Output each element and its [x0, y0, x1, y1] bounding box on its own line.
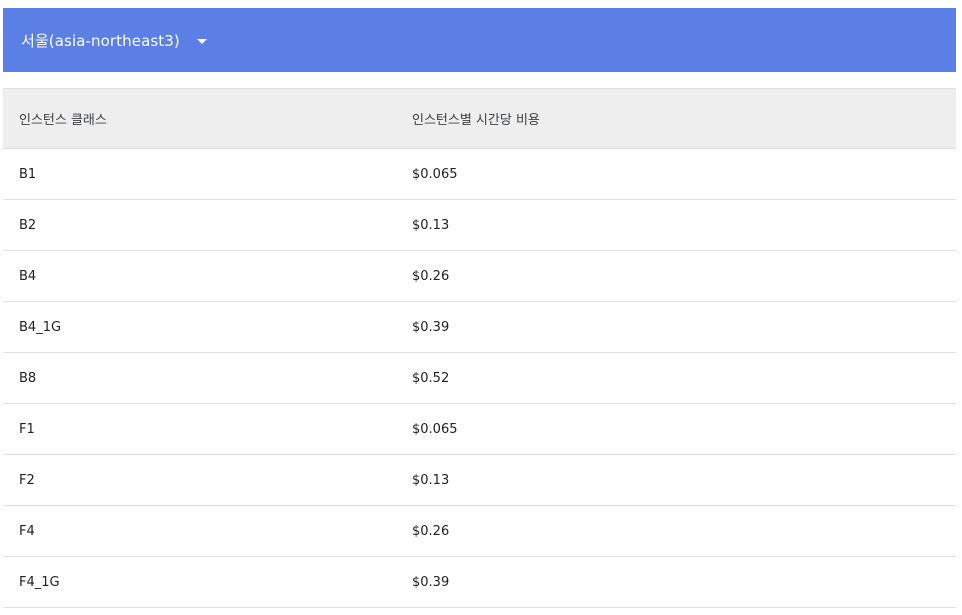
hourly-cost-cell: $0.26 — [412, 523, 450, 539]
table-row: F4 $0.26 — [3, 506, 956, 557]
hourly-cost-cell: $0.13 — [412, 472, 450, 488]
table-row: F2 $0.13 — [3, 455, 956, 506]
instance-class-cell: B4 — [19, 268, 37, 284]
table-row: B4_1G $0.39 — [3, 302, 956, 353]
instance-class-cell: F2 — [19, 472, 35, 488]
instance-class-cell: B4_1G — [19, 319, 62, 335]
hourly-cost-cell: $0.39 — [412, 574, 450, 590]
hourly-cost-cell: $0.39 — [412, 319, 450, 335]
table-row: B8 $0.52 — [3, 353, 956, 404]
table-row: B4 $0.26 — [3, 251, 956, 302]
table-row: F1 $0.065 — [3, 404, 956, 455]
table-row: B2 $0.13 — [3, 200, 956, 251]
hourly-cost-cell: $0.13 — [412, 217, 450, 233]
region-selector-label: 서울(asia-northeast3) — [21, 31, 180, 50]
pricing-table: 인스턴스 클래스 인스턴스별 시간당 비용 B1 $0.065 B2 $0.13… — [3, 88, 956, 608]
table-row: F4_1G $0.39 — [3, 557, 956, 608]
instance-class-cell: F1 — [19, 421, 35, 437]
instance-class-cell: F4_1G — [19, 574, 60, 590]
hourly-cost-cell: $0.26 — [412, 268, 450, 284]
column-header-instance-class: 인스턴스 클래스 — [19, 113, 107, 128]
arrow-drop-down-icon[interactable] — [196, 38, 207, 44]
hourly-cost-cell: $0.065 — [412, 166, 458, 182]
table-header: 인스턴스 클래스 인스턴스별 시간당 비용 — [3, 88, 956, 149]
region-selector[interactable]: 서울(asia-northeast3) — [3, 8, 956, 72]
table-row: B1 $0.065 — [3, 149, 956, 200]
hourly-cost-cell: $0.52 — [412, 370, 450, 386]
instance-class-cell: B8 — [19, 370, 37, 386]
column-header-hourly-cost: 인스턴스별 시간당 비용 — [412, 113, 540, 128]
instance-class-cell: F4 — [19, 523, 35, 539]
instance-class-cell: B2 — [19, 217, 37, 233]
instance-class-cell: B1 — [19, 166, 37, 182]
hourly-cost-cell: $0.065 — [412, 421, 458, 437]
